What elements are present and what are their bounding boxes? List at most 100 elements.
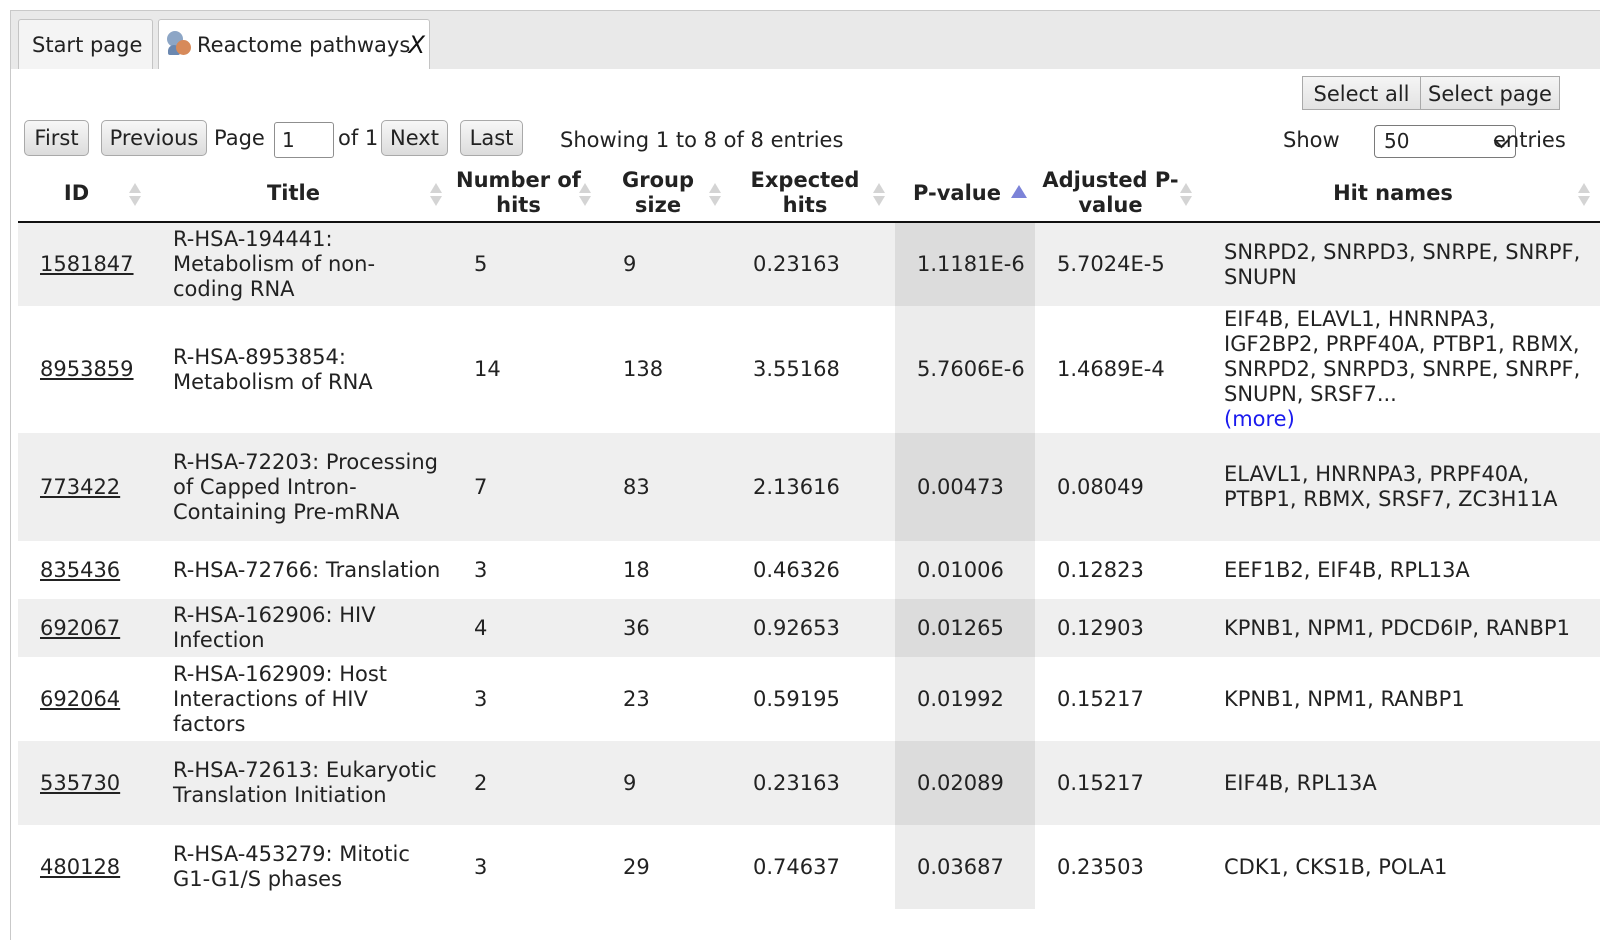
page-count-label: of 1: [338, 126, 379, 150]
previous-page-button[interactable]: Previous: [101, 120, 207, 156]
table-row[interactable]: 692064 R-HSA-162909: Host Interactions of…: [18, 657, 1600, 741]
cell-adjusted-p-value: 0.08049: [1035, 433, 1202, 541]
cell-expected-hits: 0.59195: [731, 657, 895, 741]
cell-title: R-HSA-162906: HIV Infection: [151, 599, 452, 657]
cell-title: R-HSA-194441: Metabolism of non-coding R…: [151, 222, 452, 306]
last-page-button[interactable]: Last: [460, 120, 523, 156]
table-row[interactable]: 835436 R-HSA-72766: Translation 3 18 0.46326…: [18, 541, 1600, 599]
entries-info: Showing 1 to 8 of 8 entries: [560, 128, 844, 152]
cell-p-value: 0.01265: [895, 599, 1035, 657]
cell-p-value: 5.7606E-6: [895, 306, 1035, 433]
cell-p-value-text: 0.02089: [917, 770, 1004, 795]
column-header-expected-hits[interactable]: Expected hits: [731, 165, 895, 223]
select-page-button[interactable]: Select page: [1420, 76, 1560, 110]
cell-expected-hits: 3.55168: [731, 306, 895, 433]
column-header-group-size[interactable]: Group size: [601, 165, 731, 223]
table-row[interactable]: 8953859 R-HSA-8953854: Metabolism of RNA 1…: [18, 306, 1600, 433]
cell-hit-names: KPNB1, NPM1, PDCD6IP, RANBP1: [1202, 599, 1600, 657]
next-page-button[interactable]: Next: [381, 120, 448, 156]
cell-number-of-hits-text: 4: [474, 615, 488, 640]
page-number-input[interactable]: 1: [274, 122, 334, 158]
table-row[interactable]: 773422 R-HSA-72203: Processing of Capped …: [18, 433, 1600, 541]
pathway-id-link[interactable]: 480128: [40, 855, 120, 879]
cell-p-value-text: 5.7606E-6: [917, 357, 1025, 381]
cell-number-of-hits: 3: [452, 825, 601, 909]
cell-expected-hits-text: 3.55168: [753, 357, 840, 381]
table-row[interactable]: 480128 R-HSA-453279: Mitotic G1-G1/S phas…: [18, 825, 1600, 909]
sort-ascending-icon: [1011, 185, 1027, 198]
cell-group-size: 29: [601, 825, 731, 909]
cell-hit-names-text: CDK1, CKS1B, POLA1: [1224, 854, 1448, 879]
tab-label: Start page: [32, 33, 143, 57]
cell-id: 535730: [18, 741, 151, 825]
close-tab-icon[interactable]: X: [409, 20, 425, 70]
select-all-button[interactable]: Select all: [1302, 76, 1421, 110]
cell-title-text: R-HSA-72613: Eukaryotic Translation Init…: [173, 758, 437, 807]
column-header-title[interactable]: Title: [151, 165, 452, 223]
cell-number-of-hits: 4: [452, 599, 601, 657]
table-row[interactable]: 692067 R-HSA-162906: HIV Infection 4 36 0.92…: [18, 599, 1600, 657]
pathway-id-link[interactable]: 535730: [40, 771, 120, 795]
first-page-button[interactable]: First: [24, 120, 89, 156]
cell-group-size-text: 18: [623, 557, 650, 582]
column-header-hit-names[interactable]: Hit names: [1202, 165, 1600, 223]
sort-icon: [129, 183, 141, 207]
pathway-id-link[interactable]: 1581847: [40, 252, 134, 276]
cell-adjusted-p-value-text: 0.08049: [1057, 474, 1144, 499]
page-label: Page: [214, 126, 265, 150]
cell-group-size-text: 83: [623, 474, 650, 499]
cell-p-value-text: 0.01992: [917, 686, 1004, 711]
cell-group-size-text: 9: [623, 252, 637, 276]
cell-number-of-hits: 3: [452, 657, 601, 741]
cell-adjusted-p-value-text: 0.12823: [1057, 557, 1144, 582]
cell-p-value: 0.00473: [895, 433, 1035, 541]
pathway-id-link[interactable]: 835436: [40, 558, 120, 582]
cell-adjusted-p-value-text: 0.15217: [1057, 770, 1144, 795]
cell-hit-names-text: EIF4B, ELAVL1, HNRNPA3, IGF2BP2, PRPF40A…: [1224, 307, 1581, 406]
cell-number-of-hits-text: 3: [474, 557, 488, 582]
cell-group-size: 9: [601, 222, 731, 306]
cell-hit-names-text: EEF1B2, EIF4B, RPL13A: [1224, 557, 1470, 582]
cell-p-value: 0.01992: [895, 657, 1035, 741]
cell-p-value-text: 1.1181E-6: [917, 252, 1025, 276]
cell-title: R-HSA-72766: Translation: [151, 541, 452, 599]
cell-title-text: R-HSA-8953854: Metabolism of RNA: [173, 344, 373, 394]
cell-p-value-text: 0.01006: [917, 557, 1004, 582]
cell-group-size: 36: [601, 599, 731, 657]
table-row[interactable]: 1581847 R-HSA-194441: Metabolism of non-c…: [18, 222, 1600, 306]
pathway-id-link[interactable]: 692064: [40, 687, 120, 711]
cell-adjusted-p-value-text: 5.7024E-5: [1057, 252, 1165, 276]
cell-hit-names: SNRPD2, SNRPD3, SNRPE, SNRPF, SNUPN: [1202, 222, 1600, 306]
more-link[interactable]: (more): [1224, 407, 1295, 431]
pathway-id-link[interactable]: 8953859: [40, 357, 134, 381]
cell-group-size: 9: [601, 741, 731, 825]
cell-adjusted-p-value: 0.15217: [1035, 741, 1202, 825]
column-header-p-value[interactable]: P-value: [895, 165, 1035, 223]
entries-label: entries: [1493, 128, 1566, 152]
cell-title: R-HSA-72203: Processing of Capped Intron…: [151, 433, 452, 541]
cell-expected-hits: 0.23163: [731, 741, 895, 825]
column-header-id[interactable]: ID: [18, 165, 151, 223]
cell-id: 835436: [18, 541, 151, 599]
cell-hit-names: ELAVL1, HNRNPA3, PRPF40A, PTBP1, RBMX, S…: [1202, 433, 1600, 541]
column-header-adjusted-p-value[interactable]: Adjusted P-value: [1035, 165, 1202, 223]
cell-p-value: 0.03687: [895, 825, 1035, 909]
tab-start-page[interactable]: Start page: [18, 19, 153, 71]
tab-reactome-pathways[interactable]: Reactome pathways X: [158, 19, 430, 72]
cell-hit-names-text: ELAVL1, HNRNPA3, PRPF40A, PTBP1, RBMX, S…: [1224, 462, 1558, 511]
column-header-number-of-hits[interactable]: Number of hits: [452, 165, 601, 223]
table-header-row: ID Title Number of hits Group size Expec…: [18, 165, 1600, 223]
cell-adjusted-p-value-text: 0.12903: [1057, 615, 1144, 640]
cell-id: 692064: [18, 657, 151, 741]
cell-id: 773422: [18, 433, 151, 541]
cell-expected-hits: 0.92653: [731, 599, 895, 657]
cell-p-value-text: 0.00473: [917, 474, 1004, 499]
table-row[interactable]: 535730 R-HSA-72613: Eukaryotic Translatio…: [18, 741, 1600, 825]
cell-adjusted-p-value-text: 0.23503: [1057, 854, 1144, 879]
cell-number-of-hits: 5: [452, 222, 601, 306]
pathway-id-link[interactable]: 692067: [40, 616, 120, 640]
pathway-id-link[interactable]: 773422: [40, 475, 120, 499]
cell-title-text: R-HSA-72766: Translation: [173, 557, 441, 582]
cell-expected-hits: 0.23163: [731, 222, 895, 306]
cell-hit-names-text: KPNB1, NPM1, RANBP1: [1224, 686, 1465, 711]
